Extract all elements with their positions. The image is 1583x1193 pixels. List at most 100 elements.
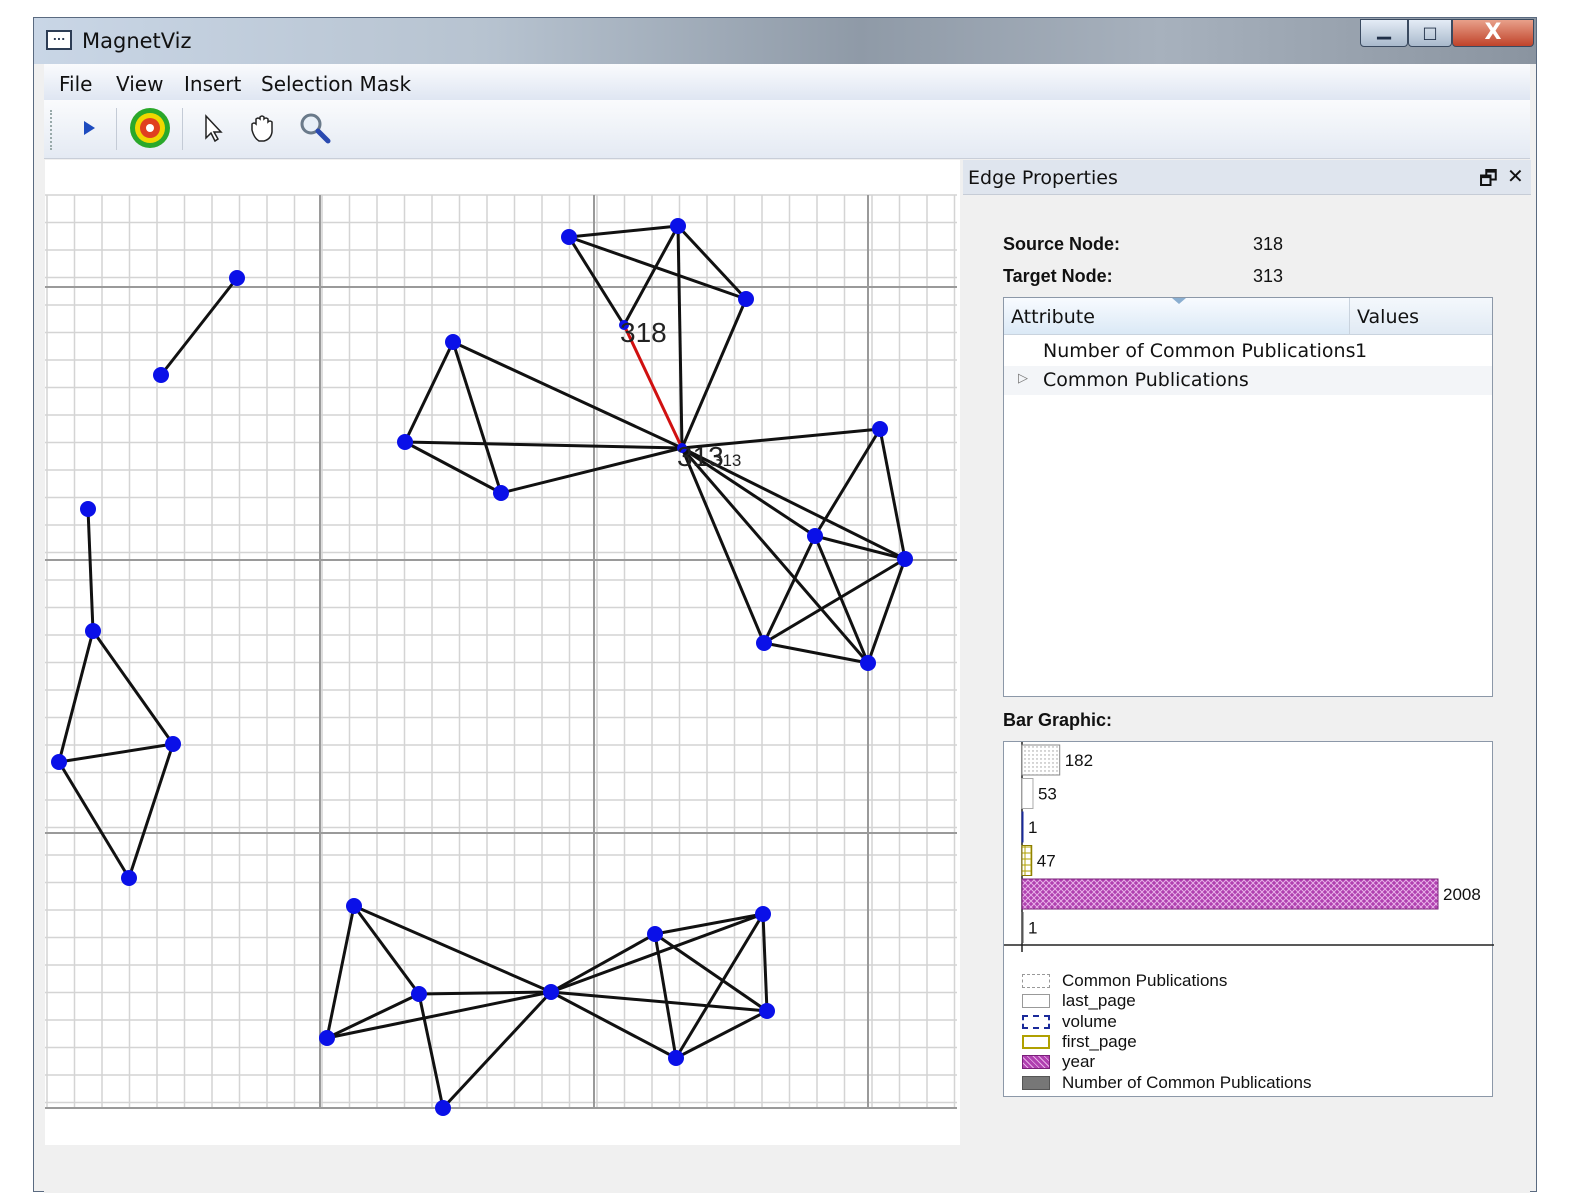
graph-edge[interactable] bbox=[418, 990, 552, 996]
graph-node[interactable] bbox=[319, 1030, 335, 1046]
window-title: MagnetViz bbox=[82, 29, 192, 53]
graph-node[interactable] bbox=[165, 736, 181, 752]
graph-node[interactable] bbox=[121, 870, 137, 886]
graph-edge[interactable] bbox=[761, 913, 769, 1012]
edges bbox=[57, 224, 907, 1110]
graph-edge[interactable] bbox=[353, 904, 552, 994]
legend-swatch bbox=[1022, 994, 1050, 1009]
graph-edge[interactable] bbox=[654, 912, 764, 936]
graph-edge[interactable] bbox=[622, 225, 680, 326]
graph-node[interactable] bbox=[670, 218, 686, 234]
graph-node[interactable] bbox=[435, 1100, 451, 1116]
graph-edge[interactable] bbox=[568, 224, 679, 239]
graph-edge[interactable] bbox=[878, 428, 907, 560]
graph-edge[interactable] bbox=[680, 447, 766, 644]
float-panel-icon[interactable]: 🗗 bbox=[1479, 164, 1498, 198]
graph-node[interactable] bbox=[397, 434, 413, 450]
graph-edge[interactable] bbox=[326, 990, 552, 1040]
play-icon[interactable] bbox=[69, 108, 109, 148]
graph-edge[interactable] bbox=[550, 932, 656, 994]
graph-node[interactable] bbox=[51, 754, 67, 770]
graph-edge[interactable] bbox=[813, 535, 870, 664]
maximize-button[interactable]: □ bbox=[1408, 19, 1452, 47]
graph-node[interactable] bbox=[229, 270, 245, 286]
graph-node[interactable] bbox=[80, 501, 96, 517]
graph-node[interactable] bbox=[346, 898, 362, 914]
menu-selection-mask[interactable]: Selection Mask bbox=[261, 72, 411, 96]
bar-chart: 1825314720081 bbox=[1004, 742, 1494, 952]
values-header-label[interactable]: Values bbox=[1357, 306, 1419, 328]
toolbar-gripper[interactable] bbox=[50, 110, 55, 150]
graph-edge[interactable] bbox=[58, 742, 174, 764]
menu-file[interactable]: File bbox=[59, 72, 92, 96]
graph-edge[interactable] bbox=[57, 761, 131, 879]
pointer-icon[interactable] bbox=[192, 108, 232, 148]
graph-node[interactable] bbox=[872, 421, 888, 437]
attribute-cell: Common Publications bbox=[1043, 369, 1249, 391]
target-node-label: Target Node: bbox=[1003, 266, 1113, 286]
graph-node[interactable] bbox=[411, 986, 427, 1002]
graph-drawing[interactable]: 318 313 313 bbox=[45, 160, 960, 1145]
attribute-column-header[interactable]: Attribute bbox=[1004, 298, 1350, 334]
menu-insert[interactable]: Insert bbox=[184, 72, 241, 96]
table-row[interactable]: ▷ Common Publications bbox=[1004, 366, 1492, 395]
magnifier-icon[interactable] bbox=[294, 108, 334, 148]
table-row[interactable]: Number of Common Publications 1 bbox=[1004, 337, 1492, 366]
menu-view[interactable]: View bbox=[116, 72, 163, 96]
graph-edge[interactable] bbox=[680, 447, 870, 664]
edge-properties-panel: Source Node: 318 Target Node: 313 Attrib… bbox=[963, 195, 1531, 1145]
graph-node[interactable] bbox=[85, 623, 101, 639]
sort-indicator-icon bbox=[1172, 298, 1186, 304]
graph-node[interactable] bbox=[897, 551, 913, 567]
legend-label: year bbox=[1062, 1052, 1096, 1072]
bar-year bbox=[1021, 878, 1439, 910]
target-icon[interactable] bbox=[128, 106, 172, 150]
toolbar-separator bbox=[116, 108, 117, 150]
bar-value-label: 2008 bbox=[1443, 885, 1481, 904]
bar-last-page bbox=[1021, 778, 1034, 809]
graph-node[interactable] bbox=[561, 229, 577, 245]
expand-arrow-icon[interactable]: ▷ bbox=[1018, 371, 1028, 386]
graph-edge[interactable] bbox=[403, 341, 455, 443]
close-panel-icon[interactable]: ✕ bbox=[1507, 164, 1524, 188]
graph-edge[interactable] bbox=[653, 933, 678, 1059]
bar-value-label: 53 bbox=[1038, 785, 1057, 804]
graph-node[interactable] bbox=[807, 528, 823, 544]
graph-edge[interactable] bbox=[57, 630, 95, 763]
app-icon: ... bbox=[46, 30, 72, 50]
graph-edge[interactable] bbox=[568, 235, 747, 301]
legend-swatch bbox=[1022, 1014, 1050, 1029]
legend-label: first_page bbox=[1062, 1031, 1137, 1051]
bar-common-publications bbox=[1021, 744, 1061, 776]
graph-node[interactable] bbox=[153, 367, 169, 383]
graph-node[interactable] bbox=[860, 655, 876, 671]
hand-icon[interactable] bbox=[242, 108, 282, 148]
graph-node[interactable] bbox=[543, 984, 559, 1000]
graph-node[interactable] bbox=[668, 1050, 684, 1066]
graph-edge[interactable] bbox=[680, 298, 748, 449]
graph-node[interactable] bbox=[759, 1003, 775, 1019]
attribute-table[interactable]: Attribute Values Number of Common Public… bbox=[1003, 297, 1493, 697]
source-node-value: 318 bbox=[1253, 234, 1284, 254]
bar-graphic-title: Bar Graphic: bbox=[1003, 710, 1113, 730]
graph-node[interactable] bbox=[756, 635, 772, 651]
attribute-cell: Number of Common Publications bbox=[1043, 340, 1356, 362]
graph-node[interactable] bbox=[647, 926, 663, 942]
minimize-button[interactable]: ▁ bbox=[1360, 19, 1408, 47]
graph-edge[interactable] bbox=[417, 993, 445, 1109]
graph-edge[interactable] bbox=[813, 428, 882, 537]
title-bar[interactable]: ... MagnetViz ▁ □ X bbox=[34, 18, 1536, 64]
legend-label: Common Publications bbox=[1062, 971, 1228, 990]
source-node-label: Source Node: bbox=[1003, 234, 1121, 254]
graph-canvas[interactable]: 318 313 313 bbox=[45, 160, 960, 1145]
graph-node[interactable] bbox=[445, 334, 461, 350]
graph-edge[interactable] bbox=[814, 534, 906, 561]
graph-edge[interactable] bbox=[127, 743, 175, 879]
bar-value-label: 1 bbox=[1028, 919, 1037, 938]
graph-edge[interactable] bbox=[91, 630, 175, 745]
graph-node[interactable] bbox=[738, 291, 754, 307]
graph-node[interactable] bbox=[493, 485, 509, 501]
close-window-button[interactable]: X bbox=[1452, 19, 1534, 47]
graph-node[interactable] bbox=[755, 906, 771, 922]
graph-edge[interactable] bbox=[86, 508, 95, 632]
